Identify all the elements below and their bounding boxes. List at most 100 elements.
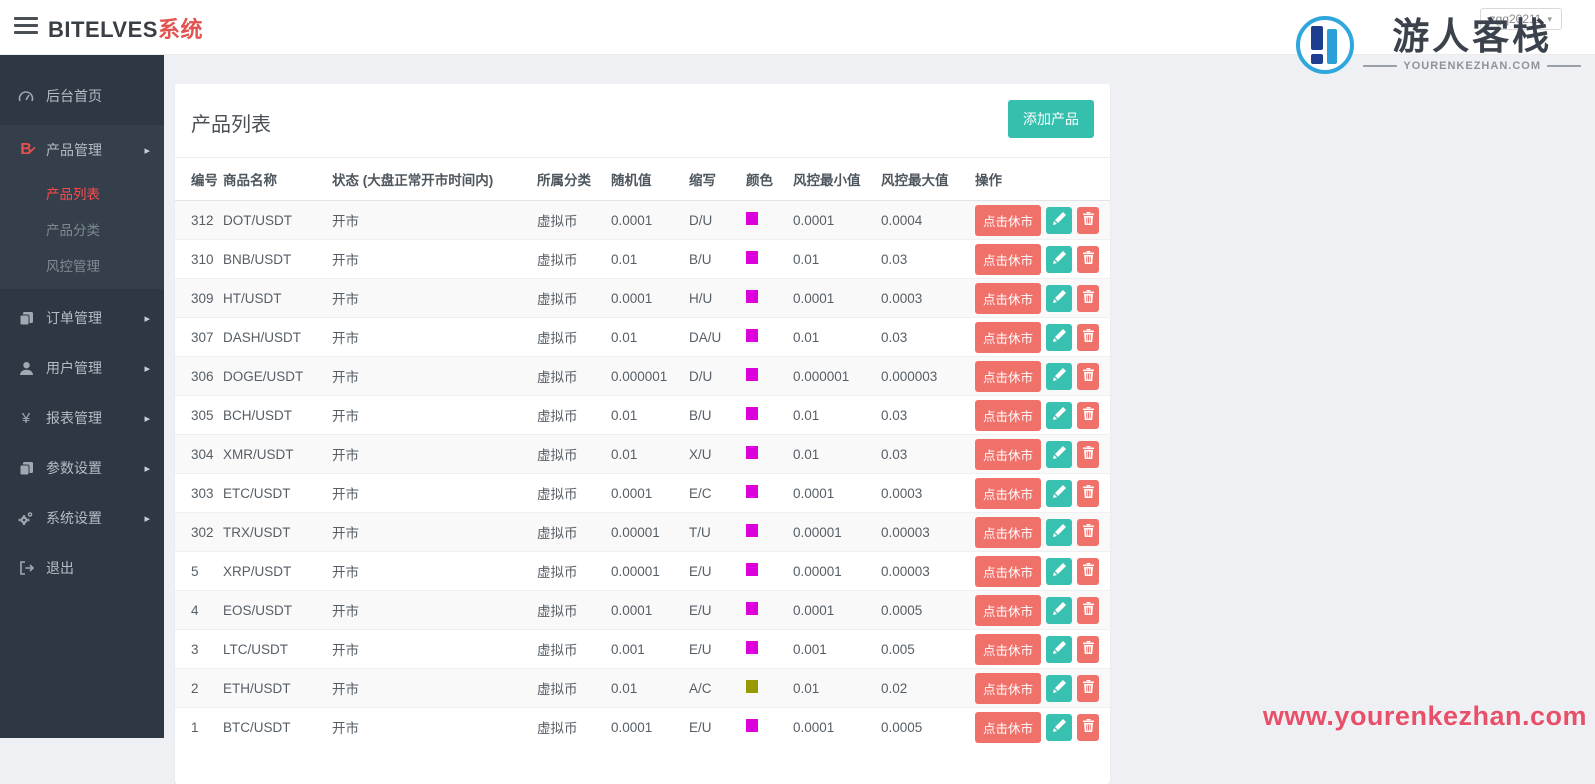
- edit-button[interactable]: [1046, 480, 1072, 507]
- close-market-button[interactable]: 点击休市: [975, 712, 1041, 743]
- close-market-button[interactable]: 点击休市: [975, 595, 1041, 626]
- delete-button[interactable]: [1077, 714, 1099, 741]
- status: 开市: [326, 435, 531, 474]
- close-market-button[interactable]: 点击休市: [975, 517, 1041, 548]
- edit-button[interactable]: [1046, 324, 1072, 351]
- sidebar-menu: 后台首页B̷产品管理▸产品列表产品分类风控管理订单管理 ▸ 用户管理▸¥报表管理▸参…: [0, 71, 164, 593]
- delete-button[interactable]: [1077, 285, 1099, 312]
- delete-button[interactable]: [1077, 480, 1099, 507]
- chevron-right-icon: ▸: [144, 412, 150, 425]
- dashboard-icon: [14, 89, 38, 103]
- gear-icon: [14, 511, 38, 526]
- add-product-button[interactable]: 添加产品: [1008, 100, 1094, 138]
- edit-button[interactable]: [1046, 402, 1072, 429]
- random-value: 0.000001: [605, 357, 683, 396]
- delete-button[interactable]: [1077, 675, 1099, 702]
- edit-button[interactable]: [1046, 636, 1072, 663]
- edit-button[interactable]: [1046, 441, 1072, 468]
- hamburger-menu-icon[interactable]: [14, 17, 38, 37]
- close-market-button[interactable]: 点击休市: [975, 322, 1041, 353]
- actions-cell: 点击休市: [969, 435, 1110, 474]
- delete-button[interactable]: [1077, 363, 1099, 390]
- table-row: 312DOT/USDT开市虚拟币0.0001D/U0.00010.0004点击休…: [175, 201, 1110, 240]
- close-market-button[interactable]: 点击休市: [975, 634, 1041, 665]
- product-name: DASH/USDT: [217, 318, 326, 357]
- product-name: XMR/USDT: [217, 435, 326, 474]
- table-row: 1BTC/USDT开市虚拟币0.0001E/U0.00010.0005点击休市: [175, 708, 1110, 747]
- actions-cell: 点击休市: [969, 201, 1110, 240]
- edit-button[interactable]: [1046, 246, 1072, 273]
- edit-button[interactable]: [1046, 597, 1072, 624]
- user-dropdown[interactable]: zgq20211 ▾: [1480, 8, 1562, 30]
- abbreviation: D/U: [683, 201, 740, 240]
- actions-cell: 点击休市: [969, 396, 1110, 435]
- status: 开市: [326, 279, 531, 318]
- edit-button[interactable]: [1046, 519, 1072, 546]
- chevron-right-icon: ▸: [144, 312, 150, 325]
- random-value: 0.0001: [605, 591, 683, 630]
- sidebar-group-产品管理: B̷产品管理▸产品列表产品分类风控管理: [0, 125, 164, 289]
- edit-button[interactable]: [1046, 363, 1072, 390]
- close-market-button[interactable]: 点击休市: [975, 205, 1041, 236]
- edit-button[interactable]: [1046, 714, 1072, 741]
- sidebar-item-退出[interactable]: 退出: [0, 543, 164, 593]
- sidebar-item-label: 退出: [46, 558, 74, 578]
- edit-button[interactable]: [1046, 285, 1072, 312]
- close-market-button[interactable]: 点击休市: [975, 478, 1041, 509]
- sidebar-subitem-风控管理[interactable]: 风控管理: [0, 247, 164, 283]
- sidebar-subitem-产品分类[interactable]: 产品分类: [0, 211, 164, 247]
- delete-button[interactable]: [1077, 636, 1099, 663]
- close-market-button[interactable]: 点击休市: [975, 283, 1041, 314]
- close-market-button[interactable]: 点击休市: [975, 361, 1041, 392]
- delete-button[interactable]: [1077, 246, 1099, 273]
- sidebar-item-用户管理[interactable]: 用户管理▸: [0, 343, 164, 393]
- row-id: 4: [175, 591, 217, 630]
- risk-max: 0.0005: [875, 591, 969, 630]
- category: 虚拟币: [531, 474, 605, 513]
- close-market-button[interactable]: 点击休市: [975, 400, 1041, 431]
- sidebar-item-系统设置[interactable]: 系统设置▸: [0, 493, 164, 543]
- sidebar-item-参数设置[interactable]: 参数设置▸: [0, 443, 164, 493]
- edit-button[interactable]: [1046, 675, 1072, 702]
- actions-cell: 点击休市: [969, 240, 1110, 279]
- status: 开市: [326, 396, 531, 435]
- sidebar-item-订单管理[interactable]: 订单管理 ▸: [0, 293, 164, 343]
- abbreviation: D/U: [683, 357, 740, 396]
- trash-icon: [1083, 641, 1094, 657]
- delete-button[interactable]: [1077, 441, 1099, 468]
- close-market-button[interactable]: 点击休市: [975, 439, 1041, 470]
- risk-min: 0.00001: [787, 552, 875, 591]
- delete-button[interactable]: [1077, 324, 1099, 351]
- edit-button[interactable]: [1046, 207, 1072, 234]
- sidebar-item-产品管理[interactable]: B̷产品管理▸: [0, 125, 164, 175]
- delete-button[interactable]: [1077, 402, 1099, 429]
- edit-button[interactable]: [1046, 558, 1072, 585]
- sidebar-item-后台首页[interactable]: 后台首页: [0, 71, 164, 121]
- delete-button[interactable]: [1077, 207, 1099, 234]
- trash-icon: [1083, 446, 1094, 462]
- close-market-button[interactable]: 点击休市: [975, 673, 1041, 704]
- brand-suffix: 系统: [158, 17, 203, 42]
- risk-min: 0.01: [787, 396, 875, 435]
- table-row: 4EOS/USDT开市虚拟币0.0001E/U0.00010.0005点击休市: [175, 591, 1110, 630]
- table-row: 307DASH/USDT开市虚拟币0.01DA/U0.010.03点击休市: [175, 318, 1110, 357]
- trash-icon: [1083, 602, 1094, 618]
- sidebar-item-报表管理[interactable]: ¥报表管理▸: [0, 393, 164, 443]
- row-id: 305: [175, 396, 217, 435]
- actions-cell: 点击休市: [969, 669, 1110, 708]
- close-market-button[interactable]: 点击休市: [975, 556, 1041, 587]
- delete-button[interactable]: [1077, 558, 1099, 585]
- sidebar-item-label: 订单管理: [46, 308, 102, 328]
- delete-button[interactable]: [1077, 597, 1099, 624]
- color-cell: [740, 630, 787, 669]
- color-swatch: [746, 329, 758, 342]
- delete-button[interactable]: [1077, 519, 1099, 546]
- sidebar: 后台首页B̷产品管理▸产品列表产品分类风控管理订单管理 ▸ 用户管理▸¥报表管理▸参…: [0, 55, 164, 738]
- random-value: 0.00001: [605, 552, 683, 591]
- column-header: 风控最小值: [787, 158, 875, 201]
- close-market-button[interactable]: 点击休市: [975, 244, 1041, 275]
- column-header: 编号: [175, 158, 217, 201]
- sidebar-subitem-产品列表[interactable]: 产品列表: [0, 175, 164, 211]
- actions-cell: 点击休市: [969, 474, 1110, 513]
- product-name: ETH/USDT: [217, 669, 326, 708]
